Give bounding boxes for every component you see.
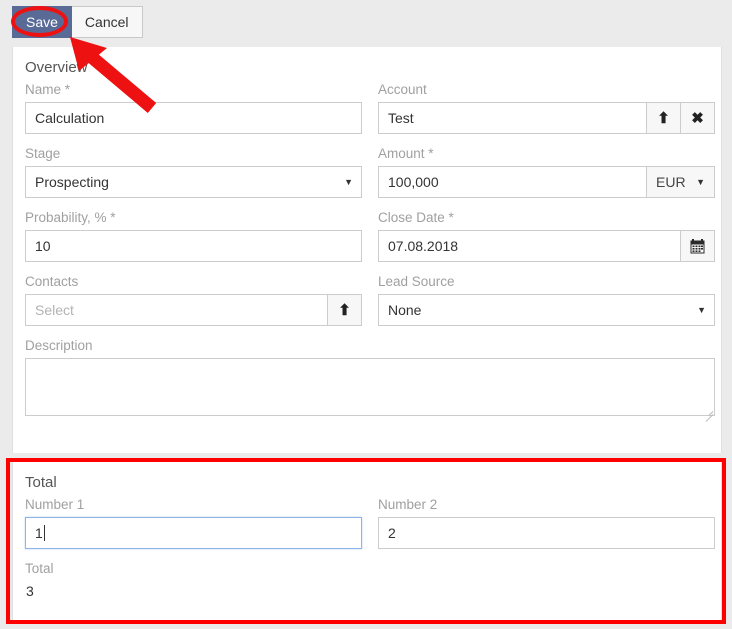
form-toolbar: Save Cancel xyxy=(12,6,143,38)
field-group-number1: Number 1 1 xyxy=(25,497,362,561)
amount-input[interactable]: 100,000 xyxy=(378,166,647,198)
probability-control: 10 xyxy=(25,230,362,262)
cancel-button-label: Cancel xyxy=(84,14,129,30)
contacts-input[interactable]: Select xyxy=(25,294,328,326)
field-group-lead-source: Lead Source None ▼ xyxy=(378,274,715,338)
form-row: Name * Calculation Account Test ⬆ ✖ xyxy=(25,82,715,146)
field-group-probability: Probability, % * 10 xyxy=(25,210,362,274)
total-panel: Total Number 1 1 Number 2 2 Total 3 xyxy=(12,461,722,622)
description-label: Description xyxy=(25,338,93,353)
number2-control: 2 xyxy=(378,517,715,549)
field-group-close-date: Close Date * 07.08.2018 xyxy=(378,210,715,274)
name-control: Calculation xyxy=(25,102,362,134)
field-number1: Number 1 1 xyxy=(25,497,362,549)
contacts-control: Select ⬆ xyxy=(25,294,362,326)
save-button[interactable]: Save xyxy=(12,6,72,38)
field-group-account: Account Test ⬆ ✖ xyxy=(378,82,715,146)
number1-label: Number 1 xyxy=(25,497,85,512)
overview-form: Name * Calculation Account Test ⬆ ✖ Stag… xyxy=(13,82,721,431)
close-x-icon[interactable]: ✖ xyxy=(681,102,715,134)
number2-input[interactable]: 2 xyxy=(378,517,715,549)
total-section-title: Total xyxy=(25,474,57,491)
name-label: Name * xyxy=(25,82,71,97)
form-row: Number 1 1 Number 2 2 xyxy=(25,497,715,561)
number1-control: 1 xyxy=(25,517,362,549)
field-group-stage: Stage Prospecting ▼ xyxy=(25,146,362,210)
amount-label: Amount * xyxy=(378,146,434,161)
account-input[interactable]: Test xyxy=(378,102,647,134)
number2-label: Number 2 xyxy=(378,497,438,512)
number1-value: 1 xyxy=(35,525,43,541)
description-control xyxy=(25,358,715,422)
lead-source-label: Lead Source xyxy=(378,274,455,289)
field-stage: Stage Prospecting ▼ xyxy=(25,146,362,198)
stage-select[interactable]: Prospecting ▼ xyxy=(25,166,362,198)
field-close-date: Close Date * 07.08.2018 xyxy=(378,210,715,262)
field-group-contacts: Contacts Select ⬆ xyxy=(25,274,362,338)
account-label: Account xyxy=(378,82,427,97)
close-date-input[interactable]: 07.08.2018 xyxy=(378,230,681,262)
field-probability: Probability, % * 10 xyxy=(25,210,362,262)
field-contacts: Contacts Select ⬆ xyxy=(25,274,362,326)
field-group-total: Total 3 xyxy=(25,561,362,613)
form-row: Description xyxy=(25,338,715,431)
field-number2: Number 2 2 xyxy=(378,497,715,549)
number1-input[interactable]: 1 xyxy=(25,517,362,549)
field-total: Total 3 xyxy=(25,561,362,601)
probability-input[interactable]: 10 xyxy=(25,230,362,262)
probability-label: Probability, % * xyxy=(25,210,116,225)
field-group-amount: Amount * 100,000 EUR ▼ xyxy=(378,146,715,210)
cancel-button[interactable]: Cancel xyxy=(71,6,143,38)
save-button-label: Save xyxy=(26,14,58,30)
field-description: Description xyxy=(25,338,715,422)
text-caret xyxy=(43,525,45,541)
form-row: Contacts Select ⬆ Lead Source None ▼ xyxy=(25,274,715,338)
close-date-control: 07.08.2018 xyxy=(378,230,715,262)
total-form: Number 1 1 Number 2 2 Total 3 xyxy=(13,497,721,613)
calendar-icon[interactable] xyxy=(681,230,715,262)
currency-value: EUR xyxy=(656,174,686,190)
account-control: Test ⬆ ✖ xyxy=(378,102,715,134)
stage-label: Stage xyxy=(25,146,61,161)
amount-control: 100,000 EUR ▼ xyxy=(378,166,715,198)
arrow-up-icon[interactable]: ⬆ xyxy=(647,102,681,134)
chevron-down-icon: ▼ xyxy=(696,177,705,187)
close-date-label: Close Date * xyxy=(378,210,454,225)
name-input[interactable]: Calculation xyxy=(25,102,362,134)
field-amount: Amount * 100,000 EUR ▼ xyxy=(378,146,715,198)
lead-source-control: None ▼ xyxy=(378,294,715,326)
overview-section-title: Overview xyxy=(25,59,88,76)
contacts-label: Contacts xyxy=(25,274,79,289)
field-account: Account Test ⬆ ✖ xyxy=(378,82,715,134)
stage-select-value[interactable]: Prospecting xyxy=(25,166,362,198)
field-group-description: Description xyxy=(25,338,715,431)
total-label: Total xyxy=(25,561,54,576)
field-lead-source: Lead Source None ▼ xyxy=(378,274,715,326)
currency-select[interactable]: EUR ▼ xyxy=(647,166,715,198)
description-textarea[interactable] xyxy=(25,358,715,416)
form-row: Total 3 xyxy=(25,561,709,613)
field-group-number2: Number 2 2 xyxy=(378,497,715,561)
overview-panel: Overview Name * Calculation Account Test… xyxy=(12,47,722,453)
form-row: Probability, % * 10 Close Date * 07.08.2… xyxy=(25,210,715,274)
arrow-up-icon[interactable]: ⬆ xyxy=(328,294,362,326)
field-name: Name * Calculation xyxy=(25,82,362,134)
form-row: Stage Prospecting ▼ Amount * 100,000 EUR… xyxy=(25,146,715,210)
field-group-name: Name * Calculation xyxy=(25,82,362,146)
stage-control: Prospecting ▼ xyxy=(25,166,362,198)
lead-source-select[interactable]: None ▼ xyxy=(378,294,715,326)
total-value: 3 xyxy=(26,583,34,599)
lead-source-select-value[interactable]: None xyxy=(378,294,715,326)
